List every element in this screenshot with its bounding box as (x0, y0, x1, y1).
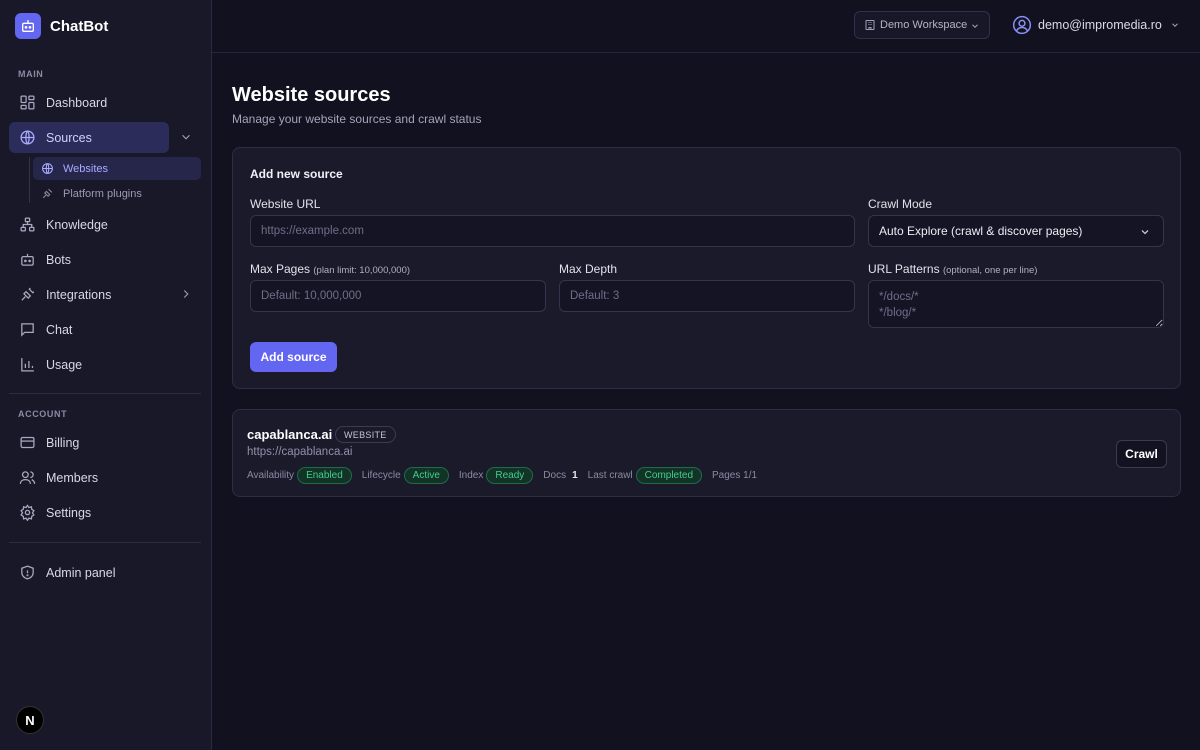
page-subtitle: Manage your website sources and crawl st… (232, 112, 482, 126)
max-depth-input[interactable] (559, 280, 855, 312)
chevron-down-icon (1170, 20, 1180, 30)
chat-icon (19, 321, 36, 338)
source-status-row: Availability Enabled Lifecycle Active In… (247, 466, 760, 484)
user-avatar-icon (1012, 15, 1032, 35)
pages-count: Pages 1/1 (712, 469, 758, 481)
bot-icon (19, 251, 36, 268)
plug-icon (19, 286, 36, 303)
plug-icon (41, 187, 54, 200)
globe-icon (41, 162, 54, 175)
sidebar-item-label: Platform plugins (63, 187, 142, 200)
dashboard-icon (19, 94, 36, 111)
sidebar-item-dashboard[interactable]: Dashboard (9, 87, 201, 118)
source-url: https://capablanca.ai (247, 446, 353, 458)
docs-label: Docs (543, 469, 567, 481)
sidebar-item-integrations[interactable]: Integrations (9, 279, 201, 310)
index-label: Index (458, 469, 484, 481)
sidebar-divider (9, 393, 201, 394)
website-url-input[interactable] (250, 215, 855, 247)
crawl-mode-select[interactable]: Auto Explore (crawl & discover pages) (868, 215, 1164, 247)
app-name: ChatBot (50, 17, 109, 35)
sidebar-item-label: Admin panel (46, 565, 116, 580)
sidebar-item-label: Chat (46, 322, 73, 337)
max-depth-label: Max Depth (559, 262, 618, 276)
sidebar-divider (9, 542, 201, 543)
sidebar-item-label: Settings (46, 505, 92, 520)
url-patterns-textarea[interactable] (868, 280, 1164, 328)
gear-icon (19, 504, 36, 521)
sidebar-item-label: Knowledge (46, 217, 108, 232)
sidebar-item-websites[interactable]: Websites (33, 157, 201, 180)
section-label-account: ACCOUNT (18, 409, 68, 419)
url-patterns-label: URL Patterns (optional, one per line) (868, 262, 1038, 276)
add-source-card: Add new source Website URL Crawl Mode Au… (232, 147, 1181, 389)
add-source-title: Add new source (250, 167, 343, 181)
sidebar-item-knowledge[interactable]: Knowledge (9, 209, 201, 240)
section-label-main: MAIN (18, 69, 44, 79)
sidebar-item-label: Integrations (46, 287, 112, 302)
max-pages-input[interactable] (250, 280, 546, 312)
add-source-button[interactable]: Add source (250, 342, 337, 372)
sidebar-item-label: Members (46, 470, 99, 485)
crawl-mode-label: Crawl Mode (868, 197, 933, 211)
crawl-mode-value: Auto Explore (crawl & discover pages) (879, 224, 1083, 238)
globe-icon (19, 129, 36, 146)
sidebar-item-bots[interactable]: Bots (9, 244, 201, 275)
bot-logo-icon (15, 13, 41, 39)
source-type-badge: WEBSITE (335, 426, 396, 443)
workspace-name: Demo Workspace (880, 19, 968, 31)
sidebar-item-billing[interactable]: Billing (9, 427, 201, 458)
chevron-right-icon[interactable] (179, 287, 193, 301)
sidebar: ChatBot MAIN Dashboard Sources Websites … (0, 0, 212, 750)
dev-tools-badge[interactable]: N (16, 706, 44, 734)
sidebar-item-chat[interactable]: Chat (9, 314, 201, 345)
workspace-selector[interactable]: Demo Workspace (854, 11, 990, 39)
building-icon (864, 19, 876, 31)
sidebar-item-label: Bots (46, 252, 72, 267)
sidebar-item-platform-plugins[interactable]: Platform plugins (33, 182, 201, 205)
sidebar-item-members[interactable]: Members (9, 462, 201, 493)
chevron-down-icon (970, 21, 980, 31)
chevron-down-icon[interactable] (179, 130, 193, 144)
sidebar-item-label: Dashboard (46, 95, 108, 110)
availability-label: Availability (247, 469, 295, 481)
crawl-button[interactable]: Crawl (1116, 440, 1167, 468)
page-title: Website sources (232, 84, 391, 106)
sidebar-item-label: Sources (46, 130, 92, 145)
sidebar-item-sources[interactable]: Sources (9, 122, 169, 153)
source-card: capablanca.ai WEBSITE https://capablanca… (232, 409, 1181, 497)
brand[interactable]: ChatBot (15, 13, 108, 39)
sidebar-item-label: Websites (63, 162, 109, 175)
user-menu[interactable]: demo@impromedia.ro (1012, 12, 1180, 38)
sidebar-item-label: Billing (46, 435, 80, 450)
user-email: demo@impromedia.ro (1038, 18, 1162, 32)
sidebar-item-usage[interactable]: Usage (9, 349, 201, 380)
sidebar-item-label: Usage (46, 357, 83, 372)
chevron-down-icon (1139, 226, 1151, 238)
url-patterns-hint: (optional, one per line) (942, 265, 1038, 276)
top-bar: Demo Workspace demo@impromedia.ro (212, 0, 1200, 53)
network-icon (19, 216, 36, 233)
bar-chart-icon (19, 356, 36, 373)
availability-badge: Enabled (297, 466, 352, 484)
docs-count: 1 (572, 469, 578, 481)
lifecycle-label: Lifecycle (361, 469, 401, 481)
submenu-guide (29, 157, 30, 203)
sidebar-item-admin-panel[interactable]: Admin panel (9, 557, 201, 588)
credit-card-icon (19, 434, 36, 451)
shield-icon (19, 564, 36, 581)
last-crawl-badge: Completed (635, 466, 703, 484)
lifecycle-badge: Active (403, 466, 449, 484)
max-pages-label: Max Pages (plan limit: 10,000,000) (250, 262, 411, 276)
source-name[interactable]: capablanca.ai (247, 427, 332, 442)
index-badge: Ready (486, 466, 534, 484)
max-pages-hint: (plan limit: 10,000,000) (313, 265, 411, 276)
users-icon (19, 469, 36, 486)
url-label: Website URL (250, 197, 321, 211)
sidebar-item-settings[interactable]: Settings (9, 497, 201, 528)
last-crawl-label: Last crawl (587, 469, 633, 481)
